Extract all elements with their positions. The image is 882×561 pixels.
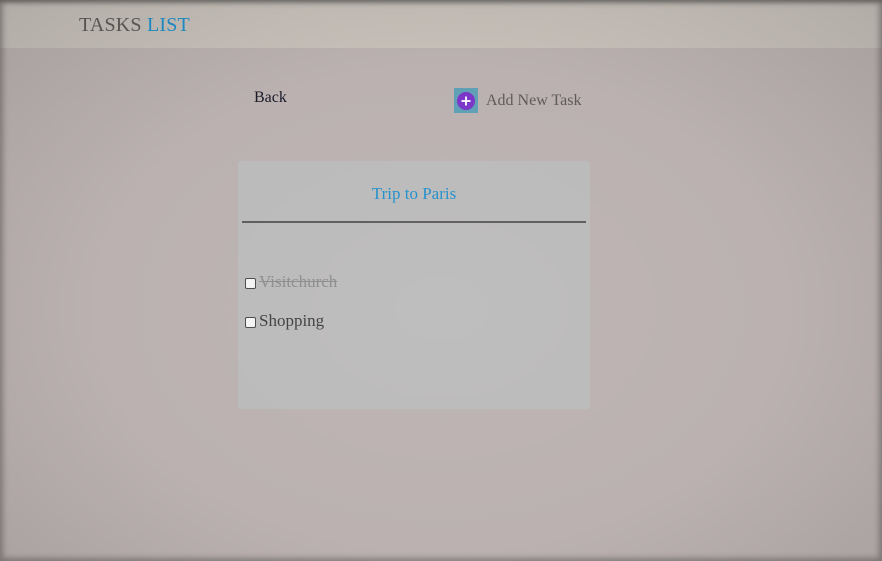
- plus-circle-icon[interactable]: [454, 88, 478, 113]
- list-title: Trip to Paris: [371, 184, 457, 203]
- task-list-card: Trip to Paris Visitchurch Shopping: [238, 161, 590, 409]
- app-title-main: TASKS: [79, 14, 142, 36]
- add-new-task-button[interactable]: Add New Task: [454, 88, 581, 113]
- app-title-accent: LIST: [146, 14, 190, 36]
- app-title: TASKS LIST: [79, 13, 190, 37]
- add-new-task-label: Add New Task: [486, 91, 582, 109]
- task-item: Visitchurch: [245, 272, 337, 292]
- task-label: Shopping: [259, 311, 325, 330]
- task-checkbox[interactable]: [245, 317, 256, 328]
- title-divider: [242, 221, 586, 223]
- task-label-completed: Visitchurch: [259, 272, 338, 291]
- task-item: Shopping: [245, 311, 324, 331]
- back-button[interactable]: Back: [254, 88, 287, 108]
- app-header: TASKS LIST: [0, 0, 882, 48]
- task-checkbox[interactable]: [245, 278, 256, 289]
